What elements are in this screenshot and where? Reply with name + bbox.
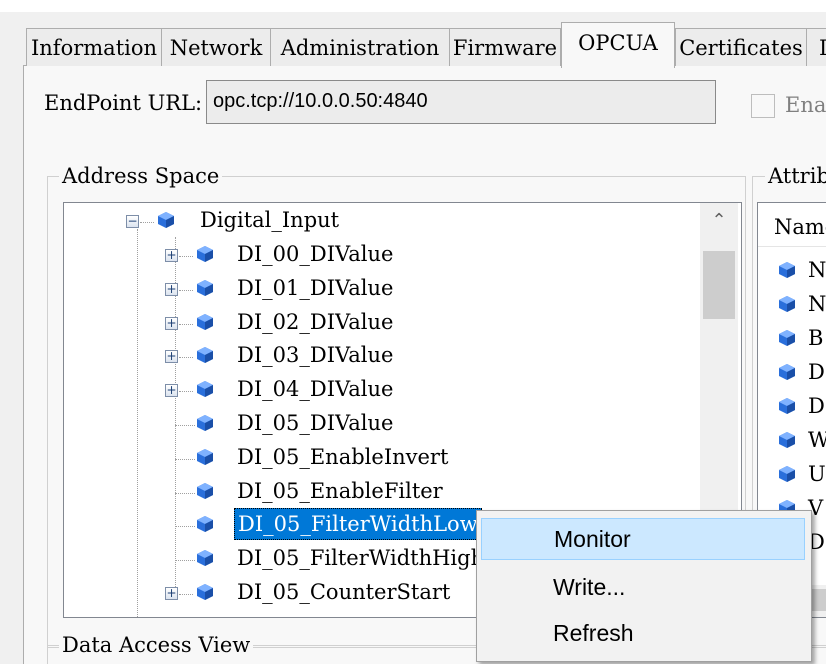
expand-box-icon[interactable]: + [165, 350, 178, 364]
tree-connector [179, 289, 193, 291]
tree-connector [179, 594, 193, 595]
tree-item[interactable]: DI_05_DIValue [64, 408, 704, 438]
tree-item[interactable]: + DI_01_DIValue [64, 273, 704, 303]
attributes-title: Attrib [765, 164, 826, 188]
expand-box-icon[interactable]: + [165, 587, 178, 600]
cube-node-icon [779, 432, 795, 448]
tree-item-label: DI_05_EnableFilter [237, 478, 443, 503]
tree-item[interactable]: DI_05_EnableInvert [64, 442, 704, 472]
attribute-row-label: D [808, 394, 825, 418]
tree-item-label: DI_01_DIValue [237, 275, 394, 300]
attribute-row-label: W [808, 425, 826, 455]
expand-box-icon[interactable]: + [165, 282, 178, 296]
menu-item-refresh[interactable]: Refresh [481, 612, 805, 654]
tree-item-label: DI_02_DIValue [237, 309, 394, 334]
tab-certificates[interactable]: Certificates [675, 28, 807, 66]
tab-overflow[interactable]: I [806, 28, 826, 66]
tree-connector [175, 560, 195, 562]
tree-root-label: Digital_Input [200, 208, 340, 232]
tree-connector [175, 458, 195, 460]
menu-item-monitor[interactable]: Monitor [481, 518, 805, 560]
tree-item[interactable]: + DI_00_DIValue [64, 239, 704, 269]
tree-item-label: DI_05_EnableInvert [237, 444, 449, 469]
tree-item[interactable]: + DI_03_DIValue [64, 340, 704, 370]
expand-box-icon[interactable]: + [165, 316, 178, 330]
scroll-thumb[interactable] [703, 251, 735, 319]
attribute-row-label: B [808, 326, 824, 350]
cube-node-icon [197, 347, 213, 364]
address-space-title: Address Space [59, 164, 223, 188]
cube-node-icon [197, 516, 213, 533]
tree-connector [179, 357, 193, 359]
attribute-row-label: D [808, 360, 825, 384]
cube-node-icon [197, 313, 213, 330]
tree-connector [179, 256, 193, 257]
cube-node-icon [197, 279, 213, 296]
tree-item[interactable]: + DI_04_DIValue [64, 374, 704, 404]
cube-node-icon [779, 398, 795, 414]
chevron-up-icon[interactable]: ⌃ [700, 203, 738, 239]
tree-connector [179, 391, 193, 393]
menu-item-write[interactable]: Write... [481, 566, 805, 608]
attributes-column-header[interactable]: Name [758, 203, 826, 247]
cube-node-icon [779, 262, 795, 278]
expand-box-icon[interactable]: + [165, 384, 178, 398]
cube-node-icon [197, 448, 213, 465]
tree-root-row[interactable]: − Digital_Input [64, 205, 704, 235]
endpoint-url-label: EndPoint URL: [44, 91, 203, 115]
enable-checkbox[interactable] [751, 94, 775, 118]
cube-node-icon [158, 212, 174, 228]
tree-connector [175, 526, 195, 528]
enable-label: Ena [785, 93, 826, 117]
cube-node-icon [779, 466, 795, 482]
opcua-config-window: Information Network Administration Firmw… [0, 0, 826, 664]
endpoint-url-field[interactable]: opc.tcp://10.0.0.50:4840 [206, 80, 716, 124]
tree-item-label: DI_04_DIValue [237, 377, 394, 402]
tree-connector [175, 492, 195, 494]
tree-item-label: DI_05_DIValue [237, 411, 394, 435]
tree-connector [175, 425, 195, 426]
tab-information[interactable]: Information [26, 28, 162, 66]
cube-node-icon [197, 550, 213, 567]
tree-item-label: DI_05_CounterStart [237, 580, 451, 604]
cube-node-icon [779, 296, 795, 312]
cube-node-icon [197, 482, 213, 499]
cube-node-icon [779, 364, 795, 380]
tree-connector [179, 323, 193, 325]
cube-node-icon [197, 381, 213, 398]
context-menu: Monitor Write... Refresh [476, 510, 812, 662]
data-access-title: Data Access View [59, 633, 254, 657]
cube-node-icon [779, 330, 795, 346]
tab-opcua[interactable]: OPCUA [561, 22, 675, 68]
cube-node-icon [197, 415, 213, 431]
tree-item[interactable]: DI_05_EnableFilter [64, 476, 704, 506]
top-strip [0, 0, 826, 12]
attribute-row-label: N [808, 292, 826, 316]
tab-network[interactable]: Network [161, 28, 271, 66]
tree-item[interactable]: + DI_02_DIValue [64, 307, 704, 337]
tree-item-label: DI_05_FilterWidthLow [234, 508, 482, 541]
tab-firmware[interactable]: Firmware [449, 28, 561, 66]
attribute-row-label: N [808, 258, 826, 282]
cube-node-icon [197, 246, 213, 262]
expand-box-icon[interactable]: + [165, 249, 178, 262]
cube-node-icon [197, 584, 213, 600]
tree-item-label: DI_03_DIValue [237, 343, 394, 368]
attribute-row-label: U [808, 462, 826, 486]
tree-connector [140, 222, 154, 223]
tree-item-label: DI_05_FilterWidthHigh [237, 546, 485, 571]
collapse-box-icon[interactable]: − [126, 215, 139, 228]
tab-administration[interactable]: Administration [270, 28, 450, 66]
tree-item-label: DI_00_DIValue [237, 242, 394, 266]
